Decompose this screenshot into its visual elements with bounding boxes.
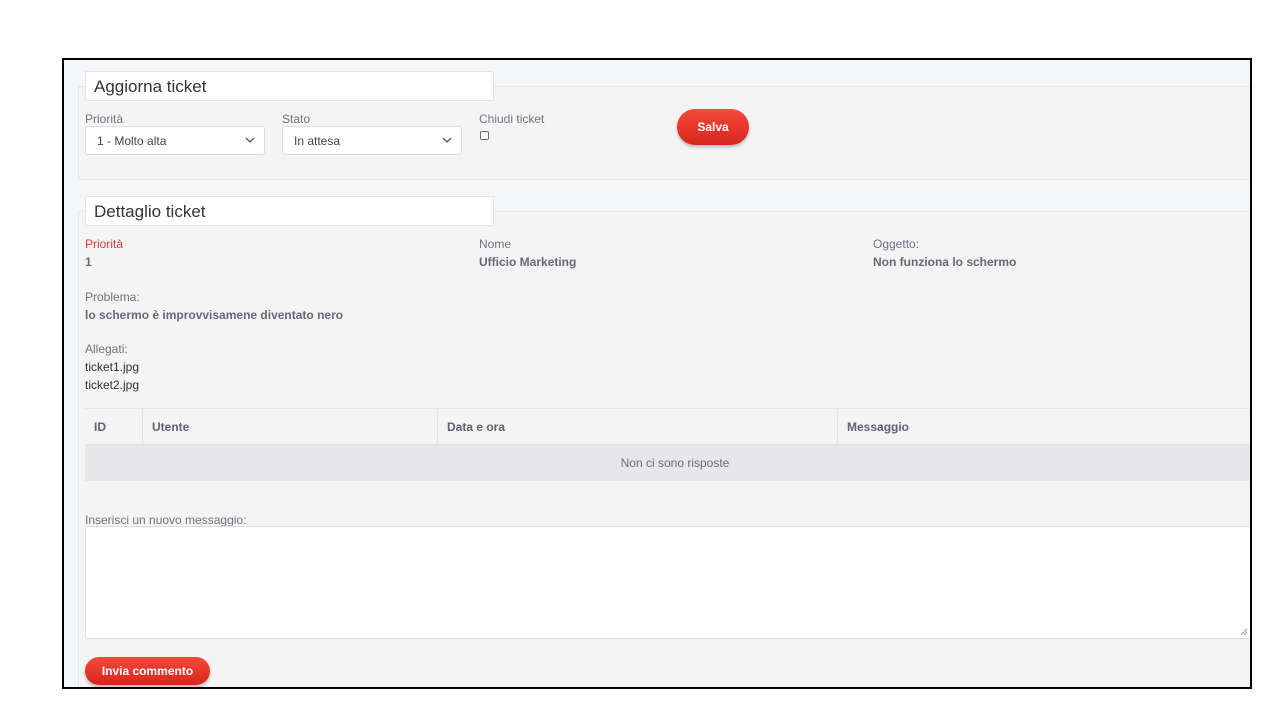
attachment-link[interactable]: ticket2.jpg <box>85 378 139 392</box>
status-label: Stato <box>282 112 311 126</box>
save-button[interactable]: Salva <box>677 109 749 145</box>
resize-grip-icon[interactable] <box>1240 628 1248 636</box>
chevron-down-icon <box>245 137 255 143</box>
new-message-textarea[interactable] <box>85 526 1250 639</box>
replies-empty-row: Non ci sono risposte <box>85 445 1250 481</box>
detail-subject-value: Non funziona lo schermo <box>873 255 1017 269</box>
status-select[interactable]: In attesa <box>282 126 462 155</box>
ticket-detail-title: Dettaglio ticket <box>85 196 494 226</box>
detail-problem-value: lo schermo è improvvisamene diventato ne… <box>85 308 344 322</box>
app-window: Aggiorna ticket Priorità 1 - Molto alta … <box>62 58 1252 689</box>
send-comment-button[interactable]: Invia commento <box>85 657 210 685</box>
attachments-label: Allegati: <box>85 342 128 356</box>
detail-subject-label: Oggetto: <box>873 237 920 251</box>
detail-problem-label: Problema: <box>85 290 140 304</box>
column-header-id: ID <box>85 409 143 445</box>
priority-select[interactable]: 1 - Molto alta <box>85 126 265 155</box>
detail-priority-value: 1 <box>85 255 92 269</box>
replies-table-header: ID Utente Data e ora Messaggio <box>85 408 1250 445</box>
column-header-user: Utente <box>143 409 438 445</box>
ticket-page: Aggiorna ticket Priorità 1 - Molto alta … <box>64 60 1250 687</box>
priority-label: Priorità <box>85 112 124 126</box>
status-selected-value: In attesa <box>294 134 341 148</box>
detail-priority-label: Priorità <box>85 237 124 251</box>
column-header-message: Messaggio <box>847 420 910 434</box>
new-message-label: Inserisci un nuovo messaggio: <box>85 513 247 527</box>
replies-table: ID Utente Data e ora Messaggio Non ci so… <box>85 408 1250 482</box>
detail-name-label: Nome <box>479 237 512 251</box>
detail-name-value: Ufficio Marketing <box>479 255 577 269</box>
column-header-datetime: Data e ora <box>438 409 838 445</box>
update-ticket-title: Aggiorna ticket <box>85 71 494 101</box>
chevron-down-icon <box>442 137 452 143</box>
close-ticket-label: Chiudi ticket <box>479 112 545 126</box>
attachment-link[interactable]: ticket1.jpg <box>85 360 139 374</box>
priority-selected-value: 1 - Molto alta <box>97 134 167 148</box>
close-ticket-checkbox[interactable] <box>480 131 489 140</box>
